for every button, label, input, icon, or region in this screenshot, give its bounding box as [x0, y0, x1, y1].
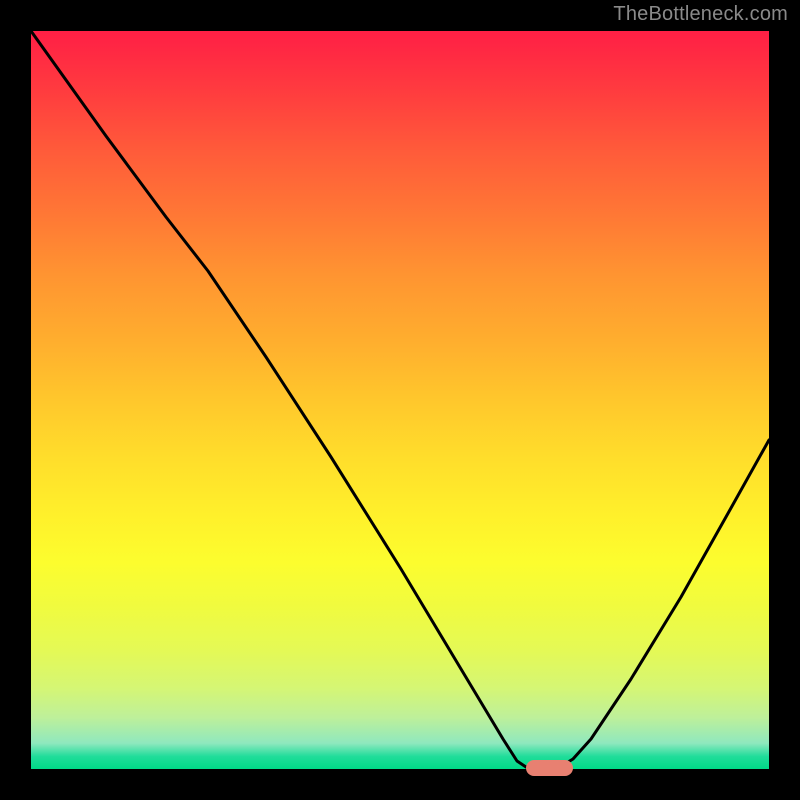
plot-gradient-background	[31, 31, 769, 769]
chart-container: TheBottleneck.com	[0, 0, 800, 800]
attribution-label: TheBottleneck.com	[613, 3, 788, 26]
optimum-marker	[526, 760, 573, 776]
